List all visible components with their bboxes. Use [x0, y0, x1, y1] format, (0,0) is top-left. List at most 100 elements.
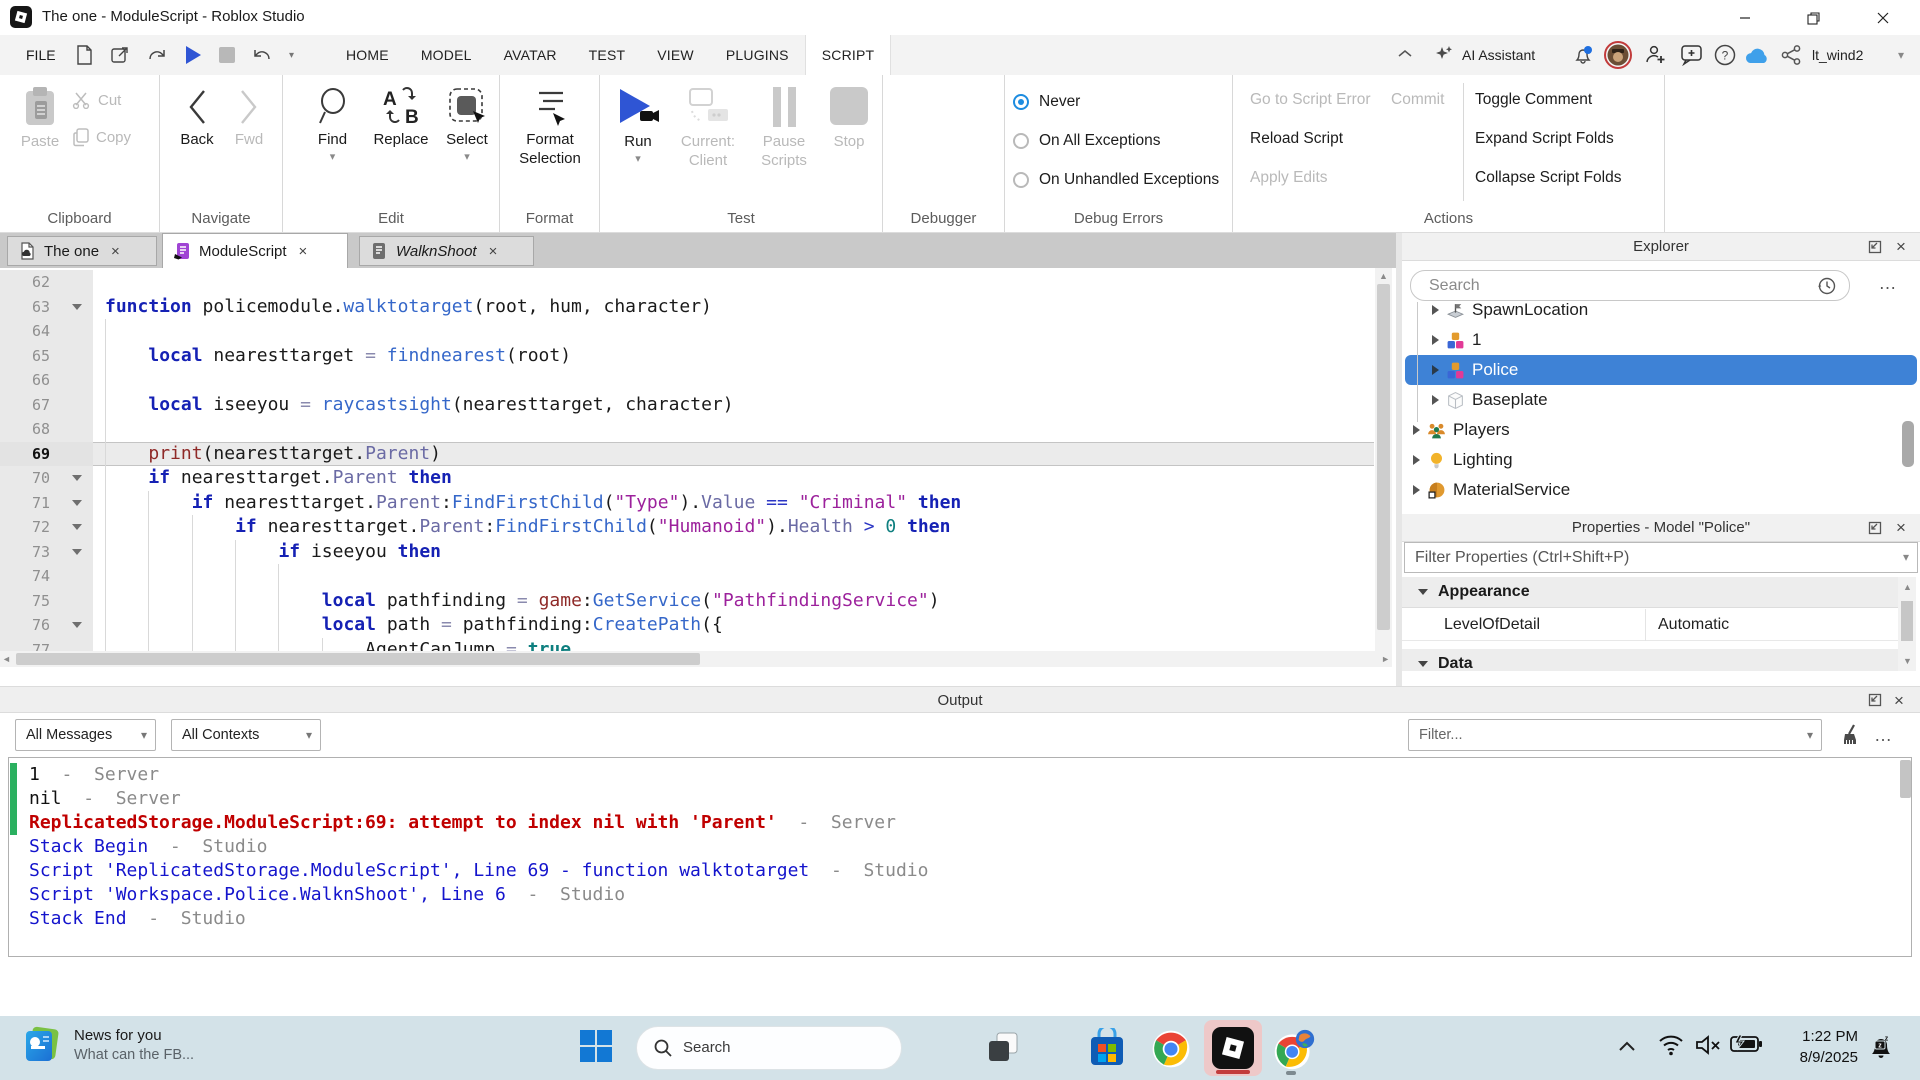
format-selection-button[interactable]: Format Selection [508, 85, 592, 168]
volume-muted-icon[interactable] [1694, 1033, 1722, 1057]
reload-script-button[interactable]: Reload Script [1250, 130, 1343, 148]
scroll-left-icon[interactable]: ◄ [2, 651, 11, 667]
replace-button[interactable]: AB Replace [363, 85, 439, 149]
menu-tab-avatar[interactable]: AVATAR [488, 35, 573, 75]
stop-icon[interactable] [219, 47, 235, 63]
output-log[interactable]: 1 - Servernil - ServerReplicatedStorage.… [8, 757, 1912, 957]
chrome-profile-icon[interactable] [1272, 1028, 1316, 1072]
expand-arrow-icon[interactable] [1432, 335, 1439, 345]
maximize-button[interactable] [1790, 6, 1836, 30]
output-scrollbar-thumb[interactable] [1900, 760, 1911, 798]
messages-filter-dropdown[interactable]: All Messages ▾ [15, 719, 156, 751]
clear-output-icon[interactable] [1838, 723, 1864, 749]
commit-button[interactable]: Commit [1391, 91, 1444, 109]
vertical-scroll-thumb[interactable] [1377, 284, 1390, 630]
debug-radio-on-all-exceptions[interactable]: On All Exceptions [1013, 132, 1160, 150]
open-publish-icon[interactable] [110, 45, 130, 65]
fold-column[interactable] [60, 466, 93, 491]
section-data[interactable]: Data [1402, 649, 1898, 671]
properties-filter-input[interactable]: Filter Properties (Ctrl+Shift+P) ▾ [1404, 542, 1918, 573]
contexts-filter-dropdown[interactable]: All Contexts ▾ [171, 719, 321, 751]
redo-icon[interactable] [147, 46, 167, 64]
taskbar-search[interactable]: Search [636, 1026, 902, 1070]
menu-tab-plugins[interactable]: PLUGINS [710, 35, 805, 75]
explorer-header[interactable]: Explorer × [1402, 233, 1920, 261]
property-row-levelofdetail[interactable]: LevelOfDetail Automatic [1402, 609, 1898, 641]
taskbar-chevron-icon[interactable] [1616, 1036, 1638, 1058]
debug-radio-on-unhandled-exceptions[interactable]: On Unhandled Exceptions [1013, 171, 1219, 189]
back-button[interactable]: Back [172, 87, 222, 149]
microsoft-store-icon[interactable] [1086, 1028, 1128, 1070]
pause-scripts-button[interactable]: Pause Scripts [752, 85, 816, 170]
stop-button[interactable]: Stop [824, 85, 874, 151]
undo-icon[interactable] [252, 46, 272, 64]
widgets-button[interactable]: News for you What can the FB... [22, 1025, 194, 1065]
properties-scroll-thumb[interactable] [1901, 601, 1913, 641]
explorer-more-button[interactable]: … [1870, 270, 1906, 301]
close-tab-icon[interactable]: × [299, 243, 308, 260]
play-icon[interactable] [184, 45, 202, 65]
taskbar-clock[interactable]: 1:22 PM 8/9/2025 [1756, 1026, 1858, 1068]
properties-header[interactable]: Properties - Model "Police" × [1402, 514, 1920, 542]
explorer-item-1[interactable]: 1 [1405, 325, 1917, 355]
close-tab-icon[interactable]: × [489, 243, 498, 260]
wifi-icon[interactable] [1658, 1032, 1684, 1058]
copy-button[interactable]: Copy [72, 127, 131, 147]
help-icon[interactable]: ? [1714, 44, 1736, 66]
property-value[interactable]: Automatic [1658, 609, 1729, 641]
paste-button[interactable]: Paste [14, 85, 66, 151]
expand-arrow-icon[interactable] [1432, 305, 1439, 315]
close-tab-icon[interactable]: × [111, 243, 120, 260]
explorer-item-baseplate[interactable]: Baseplate [1405, 385, 1917, 415]
notifications-dnd-icon[interactable]: zz [1866, 1032, 1896, 1062]
fold-column[interactable] [60, 295, 93, 320]
menu-tab-home[interactable]: HOME [330, 35, 405, 75]
apply-edits-button[interactable]: Apply Edits [1250, 169, 1328, 187]
collapse-script-folds-button[interactable]: Collapse Script Folds [1475, 169, 1621, 187]
expand-arrow-icon[interactable] [1432, 395, 1439, 405]
scroll-up-icon[interactable]: ▲ [1379, 268, 1388, 284]
menu-tab-model[interactable]: MODEL [405, 35, 488, 75]
explorer-search-input[interactable]: Search [1410, 270, 1850, 301]
qat-customize-icon[interactable]: ▾ [289, 50, 294, 61]
horizontal-scroll-thumb[interactable] [16, 653, 700, 665]
properties-scrollbar[interactable]: ▲ ▼ [1898, 577, 1916, 671]
code-viewport[interactable]: 6263function policemodule.walktotarget(r… [0, 268, 1374, 651]
editor-tab-the-one[interactable]: The one× [7, 236, 157, 266]
roblox-studio-taskbar-icon[interactable] [1212, 1027, 1254, 1069]
expand-script-folds-button[interactable]: Expand Script Folds [1475, 130, 1614, 148]
minimize-button[interactable] [1722, 6, 1768, 30]
explorer-item-police[interactable]: Police [1405, 355, 1917, 385]
menu-tab-view[interactable]: VIEW [641, 35, 710, 75]
explorer-scrollbar-thumb[interactable] [1902, 421, 1914, 467]
menu-tab-script[interactable]: SCRIPT [805, 35, 892, 75]
scroll-up-icon[interactable]: ▲ [1903, 579, 1912, 595]
toggle-comment-button[interactable]: Toggle Comment [1475, 91, 1592, 109]
ai-assistant-button[interactable]: AI Assistant [1462, 35, 1535, 75]
output-header[interactable]: Output × [0, 686, 1920, 713]
scroll-down-icon[interactable]: ▼ [1903, 653, 1912, 669]
file-menu[interactable]: FILE [20, 35, 62, 75]
fold-column[interactable] [60, 540, 93, 565]
find-button[interactable]: Find ▾ [305, 85, 360, 162]
username-menu[interactable]: lt_wind2 [1812, 35, 1863, 75]
expand-arrow-icon[interactable] [1413, 455, 1420, 465]
go-to-script-error-button[interactable]: Go to Script Error [1250, 91, 1371, 109]
explorer-item-materialservice[interactable]: MaterialService [1405, 475, 1917, 505]
editor-tab-modulescript[interactable]: ModuleScript× [162, 233, 348, 268]
output-dock-icon[interactable] [1868, 693, 1882, 707]
script-editor[interactable]: 6263function policemodule.walktotarget(r… [0, 268, 1396, 667]
explorer-item-spawnlocation[interactable]: SpawnLocation [1405, 302, 1917, 325]
task-view-button[interactable] [984, 1028, 1022, 1066]
current-client-button[interactable]: Current: Client [668, 85, 748, 170]
fold-column[interactable] [60, 613, 93, 638]
start-button[interactable] [578, 1028, 614, 1064]
explorer-item-players[interactable]: Players [1405, 415, 1917, 445]
cut-button[interactable]: Cut [72, 91, 121, 109]
forward-button[interactable]: Fwd [226, 87, 272, 149]
explorer-item-lighting[interactable]: Lighting [1405, 445, 1917, 475]
explorer-close-icon[interactable]: × [1896, 233, 1906, 261]
explorer-dock-icon[interactable] [1868, 240, 1882, 254]
select-button[interactable]: Select ▾ [441, 85, 493, 162]
properties-dock-icon[interactable] [1868, 521, 1882, 535]
